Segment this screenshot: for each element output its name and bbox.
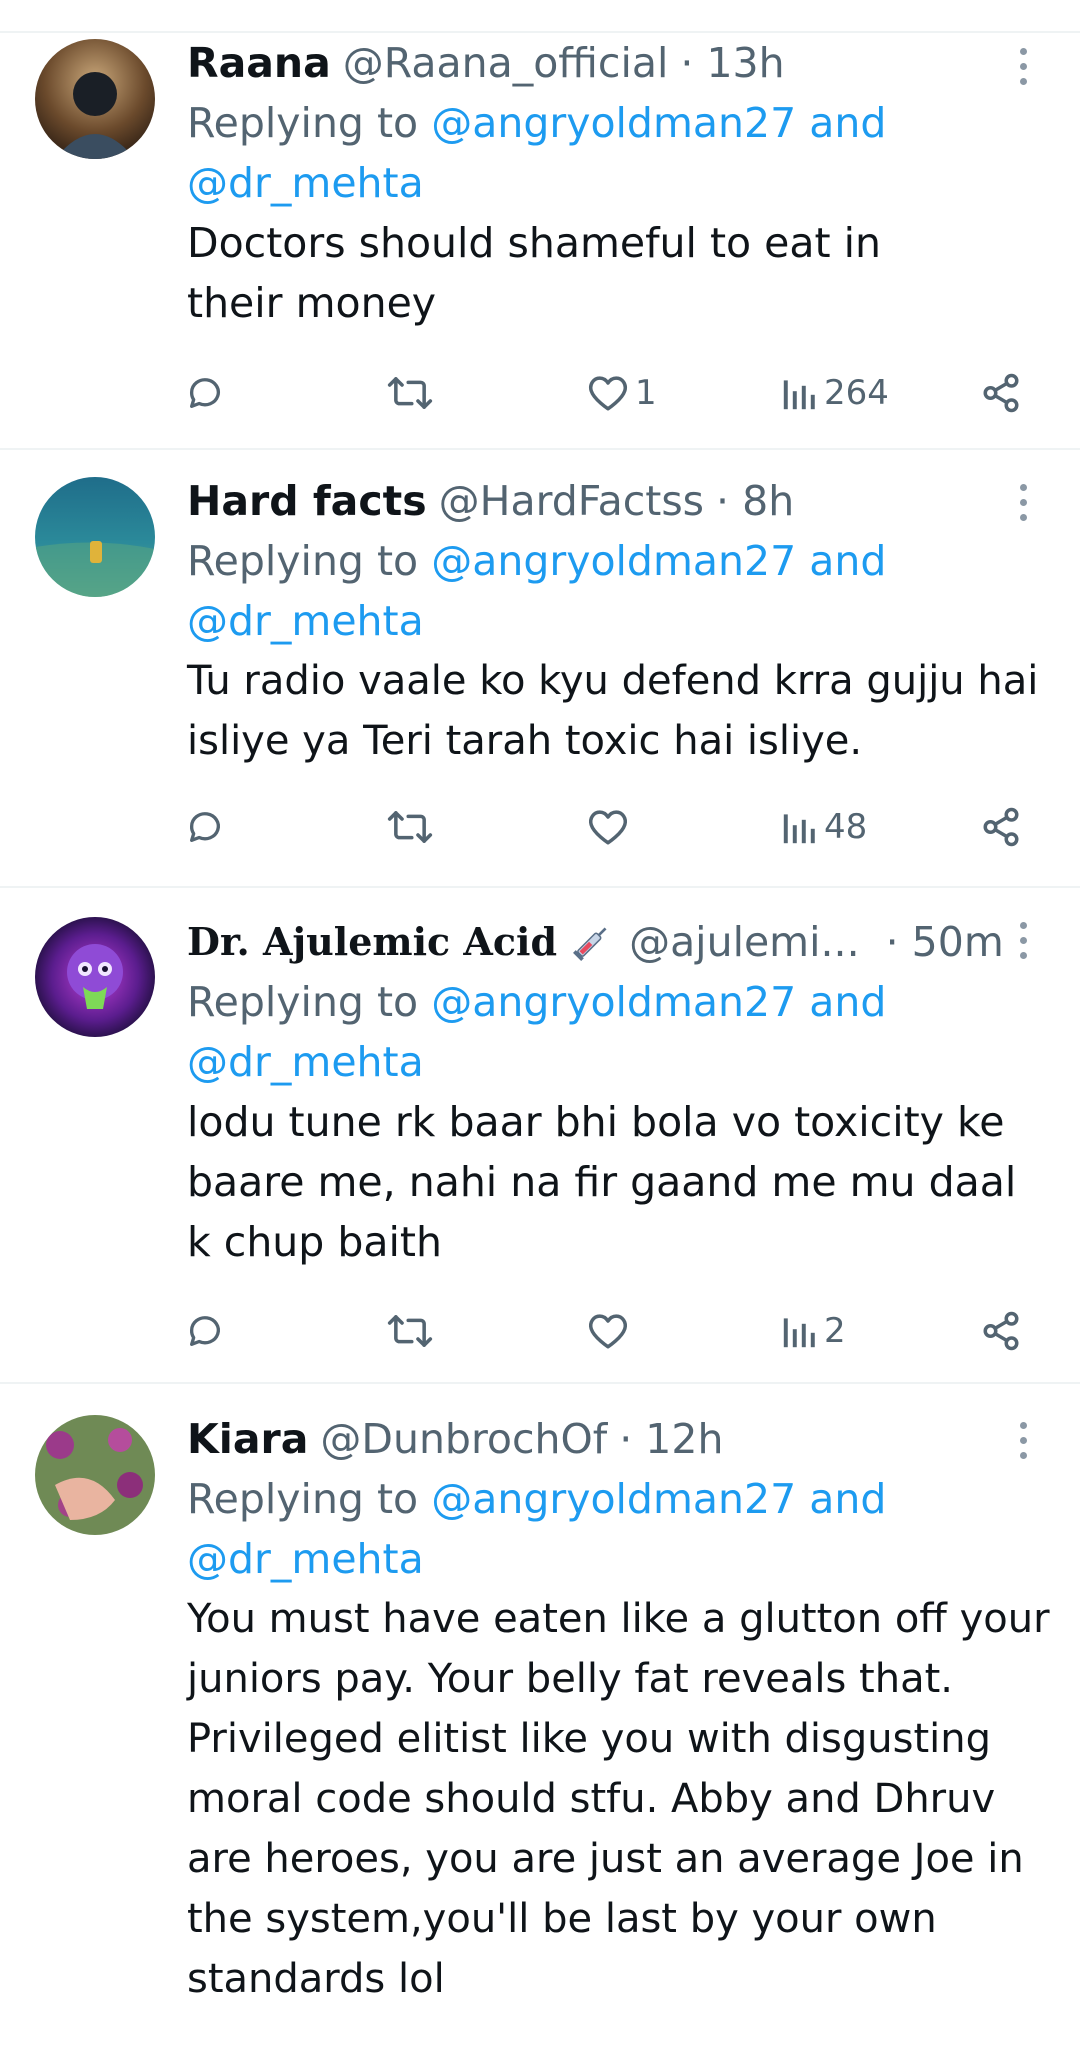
mention-link[interactable]: @dr_mehta	[187, 159, 424, 207]
display-name[interactable]: Dr. Ajulemic Acid	[187, 912, 557, 972]
tweet-text: Tu radio vaale ko kyu defend krra gujju …	[187, 658, 1039, 764]
tweet-header: Raana @Raana_official · 13h	[187, 33, 1047, 93]
syringe-icon	[569, 919, 615, 965]
retweet-button[interactable]	[387, 1301, 433, 1361]
reply-icon	[189, 1316, 220, 1346]
tweet-raana[interactable]: Raana @Raana_official · 13h Replying to …	[0, 33, 1080, 450]
replying-to: Replying to @angryoldman27 and @dr_mehta	[187, 1469, 1047, 1589]
heart-icon	[589, 376, 627, 411]
share-button[interactable]	[980, 1301, 1022, 1361]
views-button[interactable]: 48	[782, 797, 867, 857]
share-icon	[983, 373, 1019, 413]
and-link[interactable]: and	[809, 978, 886, 1026]
heart-icon	[589, 810, 627, 845]
mention-link[interactable]: @angryoldman27	[431, 537, 796, 585]
tweet-header: Hard facts @HardFactss · 8h	[187, 471, 1047, 531]
replying-to: Replying to @angryoldman27 and @dr_mehta	[187, 93, 1047, 213]
handle[interactable]: @Raana_official	[343, 33, 669, 93]
avatar[interactable]	[35, 477, 155, 597]
tweet-text: Doctors should shameful to eat in their …	[187, 219, 881, 327]
more-options-icon[interactable]	[1008, 1415, 1038, 1465]
retweet-button[interactable]	[387, 363, 433, 423]
reply-icon	[189, 378, 220, 408]
more-options-icon[interactable]	[1008, 41, 1038, 91]
more-options-icon[interactable]	[1008, 915, 1038, 965]
views-icon	[783, 1318, 815, 1348]
views-icon	[783, 814, 815, 844]
replying-label: Replying to	[187, 99, 419, 147]
heart-icon	[589, 1314, 627, 1349]
share-icon	[983, 1311, 1019, 1351]
handle[interactable]: @DunbrochOf	[320, 1409, 607, 1469]
tweet-text: You must have eaten like a glutton off y…	[187, 1596, 1050, 2002]
tweet-header: Kiara @DunbrochOf · 12h	[187, 1409, 1047, 1469]
reply-button[interactable]	[185, 363, 225, 423]
tweet-ajulemic[interactable]: Dr. Ajulemic Acid @ajulemi... · 50m Repl…	[0, 888, 1080, 1384]
share-button[interactable]	[980, 363, 1022, 423]
replying-label: Replying to	[187, 1475, 419, 1523]
like-button[interactable]: 1	[587, 363, 657, 423]
tweet-hard-facts[interactable]: Hard facts @HardFactss · 8h Replying to …	[0, 450, 1080, 888]
mention-link[interactable]: @dr_mehta	[187, 1038, 424, 1086]
avatar[interactable]	[35, 917, 155, 1037]
views-button[interactable]: 264	[782, 363, 889, 423]
mention-link[interactable]: @angryoldman27	[431, 1475, 796, 1523]
like-button[interactable]	[587, 1301, 629, 1361]
replying-label: Replying to	[187, 978, 419, 1026]
retweet-icon	[387, 811, 433, 843]
retweet-icon	[387, 377, 433, 409]
timestamp[interactable]: · 13h	[680, 33, 784, 93]
mention-link[interactable]: @dr_mehta	[187, 1535, 424, 1583]
replying-to: Replying to @angryoldman27 and @dr_mehta	[187, 972, 1047, 1092]
avatar[interactable]	[35, 39, 155, 159]
mention-link[interactable]: @dr_mehta	[187, 597, 424, 645]
like-button[interactable]	[587, 797, 629, 857]
tweet-text: lodu tune rk baar bhi bola vo toxicity k…	[187, 1098, 1017, 1266]
retweet-icon	[387, 1315, 433, 1347]
share-icon	[983, 807, 1019, 847]
tweet-actions: 2	[187, 1301, 1047, 1361]
and-link[interactable]: and	[809, 537, 886, 585]
tweet-actions: 1 264	[187, 363, 1047, 423]
display-name[interactable]: Raana	[187, 33, 331, 93]
share-button[interactable]	[980, 797, 1022, 857]
display-name[interactable]: Hard facts	[187, 471, 427, 531]
like-count: 1	[635, 373, 657, 413]
views-icon	[783, 380, 815, 410]
and-link[interactable]: and	[809, 1475, 886, 1523]
retweet-button[interactable]	[387, 797, 433, 857]
more-options-icon[interactable]	[1008, 477, 1038, 527]
and-link[interactable]: and	[809, 99, 886, 147]
views-button[interactable]: 2	[782, 1301, 846, 1361]
timestamp[interactable]: · 50m	[886, 912, 1004, 972]
reply-button[interactable]	[185, 1301, 225, 1361]
reply-button[interactable]	[185, 797, 225, 857]
timestamp[interactable]: · 8h	[716, 471, 794, 531]
avatar[interactable]	[35, 1415, 155, 1535]
views-count: 48	[824, 807, 868, 847]
mention-link[interactable]: @angryoldman27	[431, 978, 796, 1026]
tweet-header: Dr. Ajulemic Acid @ajulemi... · 50m	[187, 912, 1047, 972]
display-name[interactable]: Kiara	[187, 1409, 308, 1469]
reply-icon	[189, 812, 220, 842]
mention-link[interactable]: @angryoldman27	[431, 99, 796, 147]
handle[interactable]: @HardFactss	[439, 471, 704, 531]
handle[interactable]: @ajulemi...	[629, 912, 860, 972]
views-count: 2	[824, 1311, 846, 1351]
replying-label: Replying to	[187, 537, 419, 585]
replying-to: Replying to @angryoldman27 and @dr_mehta	[187, 531, 1047, 651]
views-count: 264	[824, 373, 889, 413]
tweet-kiara[interactable]: Kiara @DunbrochOf · 12h Replying to @ang…	[0, 1384, 1080, 2054]
timestamp[interactable]: · 12h	[619, 1409, 723, 1469]
tweet-actions: 48	[187, 797, 1047, 857]
